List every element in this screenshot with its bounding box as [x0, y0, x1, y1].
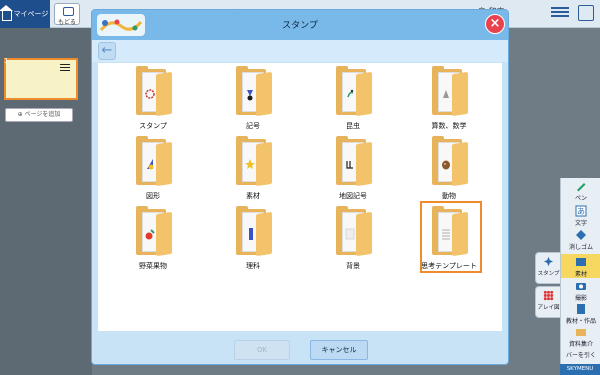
stamp-icon — [543, 256, 554, 267]
dialog-header: スタンプ × — [92, 10, 508, 40]
camera-tool[interactable]: 撮影 — [561, 280, 600, 302]
folder-label: 図形 — [146, 192, 160, 200]
plus-icon: ⊕ — [17, 111, 25, 118]
folder-grid: スタンプ 記号 昆虫 算数、数学 図形 素材 地図記号 動物 野菜果物 理科 背… — [98, 63, 502, 331]
stamp-tab-label: スタンプ — [537, 271, 560, 277]
back-toolbar-button[interactable]: もどる — [54, 3, 80, 26]
camera-icon — [576, 283, 586, 290]
textbook-tool[interactable]: 教材・作品 — [561, 303, 600, 325]
math-folder-icon — [432, 66, 468, 117]
stamp-tab[interactable]: スタンプ — [535, 252, 561, 284]
thinking-template-folder-icon — [432, 206, 468, 257]
camera-label: 撮影 — [574, 295, 587, 302]
folder-insect[interactable]: 昆虫 — [308, 66, 398, 141]
folder-material[interactable]: 素材 — [208, 136, 298, 211]
shape-folder-icon — [136, 136, 172, 187]
background-folder-icon — [336, 206, 372, 257]
insect-folder-icon — [336, 66, 372, 117]
textbook-icon — [577, 304, 585, 314]
material-icon — [576, 258, 586, 266]
ok-button[interactable]: OK — [234, 340, 290, 360]
add-page-label: ページを追加 — [24, 111, 61, 118]
page-list-panel: 1 ⊕ ページを追加 — [0, 28, 92, 375]
folder-stamp[interactable]: スタンプ — [108, 66, 198, 141]
eraser-tool[interactable]: 消しゴム — [561, 229, 600, 251]
dialog-title: スタンプ — [282, 21, 318, 31]
close-button[interactable]: × — [485, 14, 505, 34]
text-label: 文字 — [574, 220, 587, 227]
vegetable-folder-icon — [136, 206, 172, 257]
dialog-nav-bar: ← — [92, 40, 508, 62]
stamp-folder-icon — [136, 66, 172, 117]
folder-label: 記号 — [246, 122, 260, 130]
eraser-icon — [576, 230, 586, 240]
folder-label: 思考テンプレート — [421, 262, 477, 270]
folder-label: 昆虫 — [346, 122, 360, 130]
animal-folder-icon — [432, 136, 468, 187]
folder-symbol[interactable]: 記号 — [208, 66, 298, 141]
close-icon: × — [489, 16, 501, 31]
side-tabs: スタンプ アレイ図 — [535, 252, 561, 318]
folder-label: 野菜果物 — [139, 262, 167, 270]
array-tab[interactable]: アレイ図 — [535, 286, 561, 318]
folder-vegetable[interactable]: 野菜果物 — [108, 206, 198, 281]
pen-icon — [577, 183, 586, 192]
eraser-label: 消しゴム — [568, 244, 593, 251]
add-page-button[interactable]: ⊕ ページを追加 — [5, 108, 73, 122]
folder-label: 動物 — [442, 192, 456, 200]
stamp-dialog: スタンプ × ← スタンプ 記号 昆虫 算数、数学 図形 素材 地図記号 動物 … — [91, 9, 509, 365]
back-toolbar-label: もどる — [58, 19, 76, 26]
material-label: 素材 — [574, 271, 587, 278]
mypage-label: マイページ — [13, 10, 49, 18]
mypage-button[interactable]: マイページ — [0, 0, 50, 28]
text-tool[interactable]: あ 文字 — [561, 205, 600, 227]
folder-thinking-template[interactable]: 思考テンプレート — [404, 206, 494, 281]
folder-label: 素材 — [246, 192, 260, 200]
folder-map-symbol[interactable]: 地図記号 — [308, 136, 398, 211]
folder-science[interactable]: 理科 — [208, 206, 298, 281]
drawer-icon[interactable] — [578, 5, 594, 21]
digital-textbook-label: 資料集介 — [568, 341, 593, 348]
array-icon — [543, 290, 554, 301]
folder-background[interactable]: 背景 — [308, 206, 398, 281]
material-folder-icon — [236, 136, 272, 187]
folder-label: 地図記号 — [339, 192, 367, 200]
menu-icon[interactable] — [551, 5, 569, 21]
symbol-folder-icon — [236, 66, 272, 117]
folder-label: 背景 — [346, 262, 360, 270]
pen-tool[interactable]: ペン — [561, 180, 600, 202]
back-button[interactable]: ← — [98, 42, 116, 60]
digital-textbook-tool[interactable]: 資料集介 — [561, 326, 600, 348]
map-symbol-folder-icon — [336, 136, 372, 187]
folder-icon — [576, 329, 586, 336]
science-folder-icon — [236, 206, 272, 257]
folder-shape[interactable]: 図形 — [108, 136, 198, 211]
cancel-button[interactable]: キャンセル — [310, 340, 368, 360]
svg-text:あ: あ — [577, 207, 585, 216]
textbook-label: 教材・作品 — [565, 318, 596, 325]
folder-label: スタンプ — [139, 122, 167, 130]
material-tool[interactable]: 素材 — [561, 254, 600, 278]
array-tab-label: アレイ図 — [537, 305, 560, 311]
arrow-left-icon: ← — [101, 43, 113, 58]
skymenu-hint[interactable]: バーを引く — [561, 350, 600, 359]
folder-label: 理科 — [246, 262, 260, 270]
right-toolbar: ペン あ 文字 消しゴム 素材 撮影 教材・作品 資料集介 バーを引く — [560, 178, 600, 375]
skymenu-brand: SKYMENU — [560, 364, 600, 375]
skymenu-hint-label: バーを引く — [565, 352, 596, 359]
home-icon — [0, 4, 13, 21]
page-number: 1 — [4, 57, 9, 65]
folder-label: 算数、数学 — [431, 122, 467, 130]
thumbnail-menu-icon[interactable] — [60, 62, 70, 71]
folder-math[interactable]: 算数、数学 — [404, 66, 494, 141]
dialog-footer: OK キャンセル — [92, 332, 508, 364]
pen-label: ペン — [574, 195, 587, 202]
text-icon: あ — [575, 205, 587, 217]
